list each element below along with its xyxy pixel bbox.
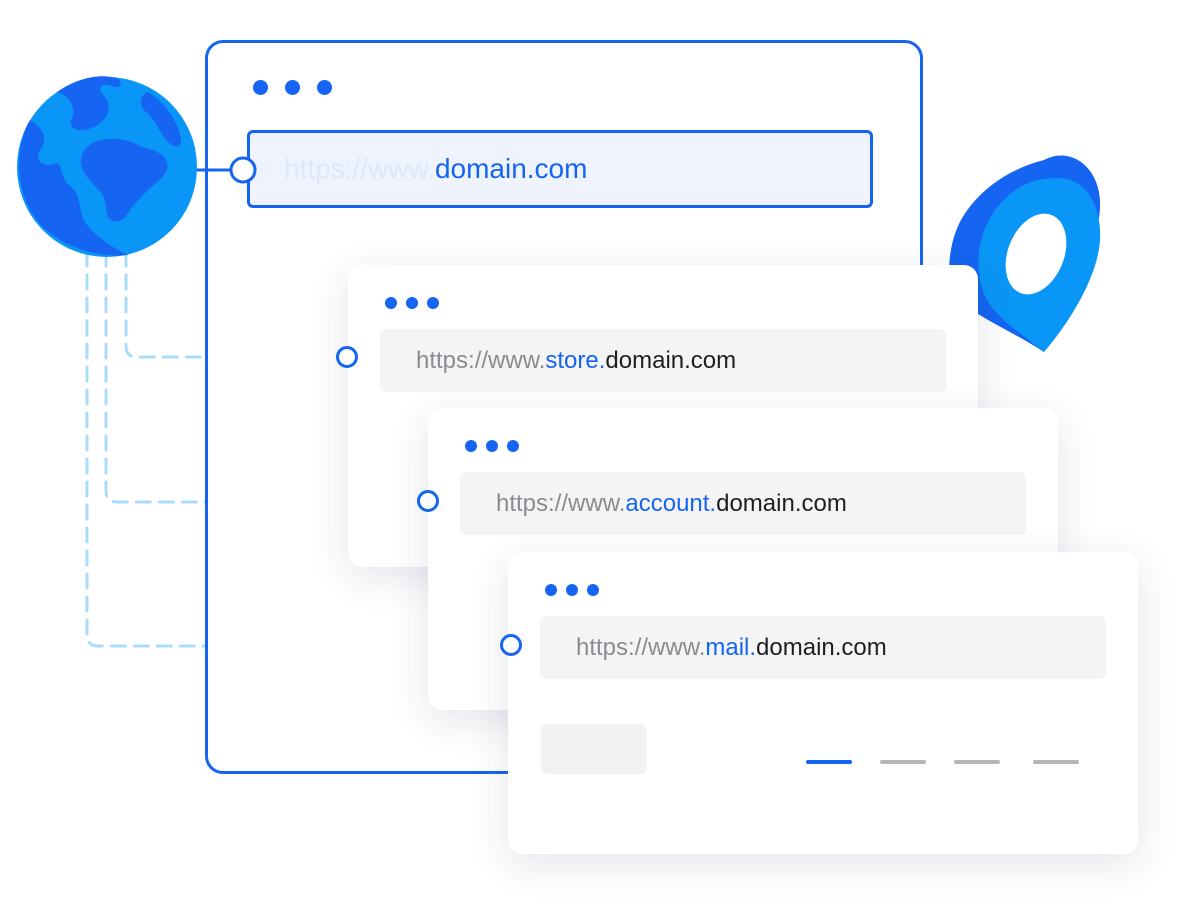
window-dot <box>465 440 477 452</box>
store-url-node <box>336 346 358 368</box>
url-domain: domain.com <box>716 489 847 517</box>
url-prefix: https://www. <box>576 633 706 661</box>
address-bar-mail[interactable]: https://www. mail. domain.com <box>540 616 1106 679</box>
window-dot <box>545 584 557 596</box>
account-url-node <box>417 490 439 512</box>
url-domain: domain.com <box>756 633 887 661</box>
window-mail: https://www. mail. domain.com <box>508 552 1138 854</box>
url-prefix: https://www. <box>416 346 546 374</box>
placeholder-button[interactable] <box>541 724 647 774</box>
window-controls <box>465 440 519 452</box>
window-dot <box>406 297 418 309</box>
url-domain: domain.com <box>605 346 737 374</box>
url-subdomain: account. <box>625 489 717 517</box>
pager-indicator[interactable] <box>880 760 926 764</box>
window-controls <box>545 584 599 596</box>
mail-url-node <box>500 634 522 656</box>
url-subdomain: store. <box>545 346 606 374</box>
window-dot <box>486 440 498 452</box>
window-dot <box>427 297 439 309</box>
window-dot <box>587 584 599 596</box>
url-subdomain: mail. <box>705 633 757 661</box>
address-bar-store[interactable]: https://www. store. domain.com <box>380 329 946 392</box>
window-dot <box>385 297 397 309</box>
pager-indicator[interactable] <box>1033 760 1079 764</box>
url-prefix: https://www. <box>496 489 626 517</box>
pager-indicator[interactable] <box>806 760 852 764</box>
address-bar-account[interactable]: https://www. account. domain.com <box>460 472 1026 535</box>
window-dot <box>566 584 578 596</box>
pager-indicator[interactable] <box>954 760 1000 764</box>
window-controls <box>385 297 439 309</box>
window-dot <box>507 440 519 452</box>
